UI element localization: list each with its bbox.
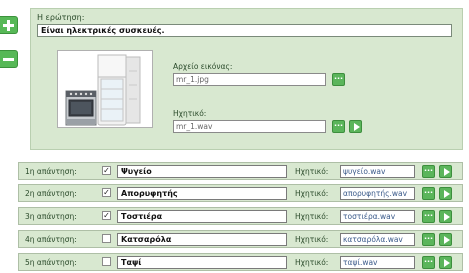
answer-sound-input[interactable]: απορυφητής.wav <box>340 187 415 200</box>
answer-sound-play-button[interactable] <box>439 210 452 223</box>
answer-row-5: 5η απάντηση: Ταψί Ηχητικό: ταψί.wav ... <box>18 253 463 271</box>
answer-sound-label: Ηχητικό: <box>295 258 329 267</box>
answer-checkbox[interactable] <box>102 234 111 243</box>
answer-label: 4η απάντηση: <box>25 235 77 244</box>
answer-row-1: 1η απάντηση: ✓ Ψυγείο Ηχητικό: ψυγείο.wa… <box>18 162 463 180</box>
answer-input[interactable]: Ψυγείο <box>117 165 287 178</box>
answer-label: 5η απάντηση: <box>25 258 77 267</box>
answer-sound-play-button[interactable] <box>439 233 452 246</box>
answer-input[interactable]: Απορυφητής <box>117 187 287 200</box>
answer-checkbox[interactable]: ✓ <box>102 166 111 175</box>
image-file-label: Αρχείο εικόνας: <box>173 62 233 71</box>
answer-checkbox[interactable]: ✓ <box>102 188 111 197</box>
answer-row-2: 2η απάντηση: ✓ Απορυφητής Ηχητικό: απορυ… <box>18 184 463 202</box>
answer-sound-browse-button[interactable]: ... <box>422 187 435 200</box>
answer-label: 2η απάντηση: <box>25 189 77 198</box>
sound-file-label: Ηχητικό: <box>173 109 207 118</box>
answer-sound-browse-button[interactable]: ... <box>422 256 435 269</box>
sound-browse-button[interactable]: ... <box>332 120 345 133</box>
answer-checkbox[interactable]: ✓ <box>102 211 111 220</box>
answer-label: 1η απάντηση: <box>25 167 77 176</box>
answer-row-3: 3η απάντηση: ✓ Τοστιέρα Ηχητικό: τοστιέρ… <box>18 207 463 225</box>
answer-sound-label: Ηχητικό: <box>295 189 329 198</box>
answer-sound-label: Ηχητικό: <box>295 212 329 221</box>
answer-sound-play-button[interactable] <box>439 256 452 269</box>
answer-checkbox[interactable] <box>102 257 111 266</box>
answer-input[interactable]: Κατσαρόλα <box>117 233 287 246</box>
answer-sound-input[interactable]: κατσαρόλα.wav <box>340 233 415 246</box>
add-question-button[interactable] <box>0 16 18 34</box>
answer-label: 3η απάντηση: <box>25 212 77 221</box>
side-buttons <box>0 16 18 84</box>
remove-question-button[interactable] <box>0 50 18 68</box>
answer-row-4: 4η απάντηση: Κατσαρόλα Ηχητικό: κατσαρόλ… <box>18 230 463 248</box>
answer-sound-label: Ηχητικό: <box>295 167 329 176</box>
sound-file-input[interactable]: mr_1.wav <box>173 120 326 133</box>
sound-play-button[interactable] <box>349 120 362 133</box>
answer-sound-browse-button[interactable]: ... <box>422 165 435 178</box>
answer-sound-browse-button[interactable]: ... <box>422 233 435 246</box>
image-file-input[interactable]: mr_1.jpg <box>173 73 326 86</box>
answer-sound-input[interactable]: τοστιέρα.wav <box>340 210 415 223</box>
answer-sound-input[interactable]: ταψί.wav <box>340 256 415 269</box>
question-label: Η ερώτηση: <box>37 13 85 22</box>
image-browse-button[interactable]: ... <box>332 73 345 86</box>
answer-sound-input[interactable]: ψυγείο.wav <box>340 165 415 178</box>
answer-sound-label: Ηχητικό: <box>295 235 329 244</box>
answer-sound-play-button[interactable] <box>439 187 452 200</box>
question-image <box>57 50 153 128</box>
answer-sound-browse-button[interactable]: ... <box>422 210 435 223</box>
question-panel: Η ερώτηση: Είναι ηλεκτρικές συσκευές. Αρ… <box>30 8 463 150</box>
question-input[interactable]: Είναι ηλεκτρικές συσκευές. <box>37 24 452 37</box>
appliances-image-icon <box>58 51 152 127</box>
answer-sound-play-button[interactable] <box>439 165 452 178</box>
answer-input[interactable]: Τοστιέρα <box>117 210 287 223</box>
answer-input[interactable]: Ταψί <box>117 256 287 269</box>
